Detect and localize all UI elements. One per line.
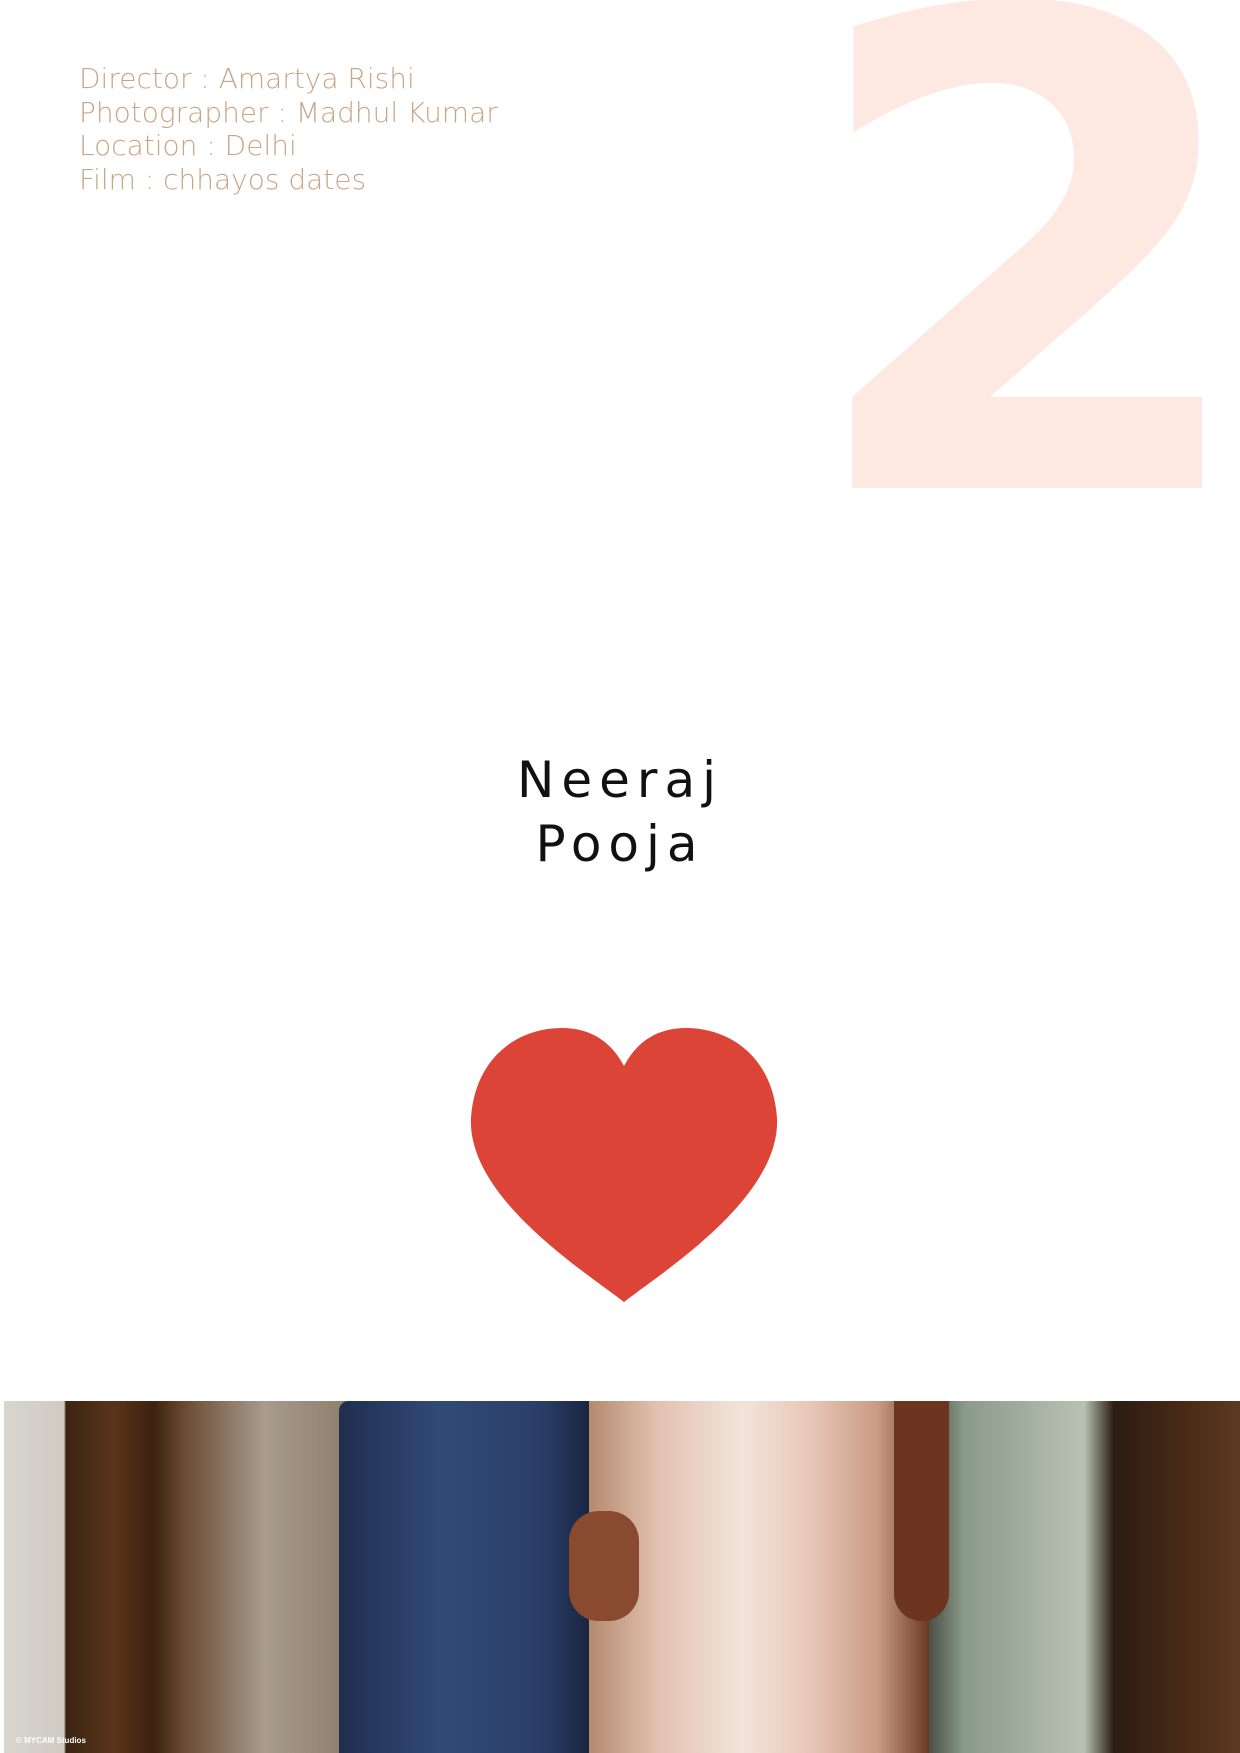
bride-name: Pooja (535, 815, 705, 873)
groom-name: Neeraj (516, 751, 723, 809)
credits-block: Director : Amartya Rishi Photographer : … (79, 62, 498, 196)
photo-dress (589, 1401, 929, 1753)
photo-hair (894, 1401, 949, 1621)
photographer-credit: Photographer : Madhul Kumar (79, 95, 498, 129)
photo-suit (339, 1401, 589, 1753)
heart-icon (470, 1028, 778, 1302)
film-credit: Film : chhayos dates (79, 162, 367, 196)
couple-names: Neeraj Pooja (0, 748, 1240, 876)
location-credit: Location : Delhi (79, 129, 297, 162)
director-credit: Director : Amartya Rishi (79, 62, 415, 95)
couple-photo: © MYCAM Studios (4, 1401, 1240, 1753)
photo-copyright: © MYCAM Studios (16, 1736, 86, 1745)
page-number: 2 (800, 0, 1240, 644)
photo-hands (569, 1511, 639, 1621)
